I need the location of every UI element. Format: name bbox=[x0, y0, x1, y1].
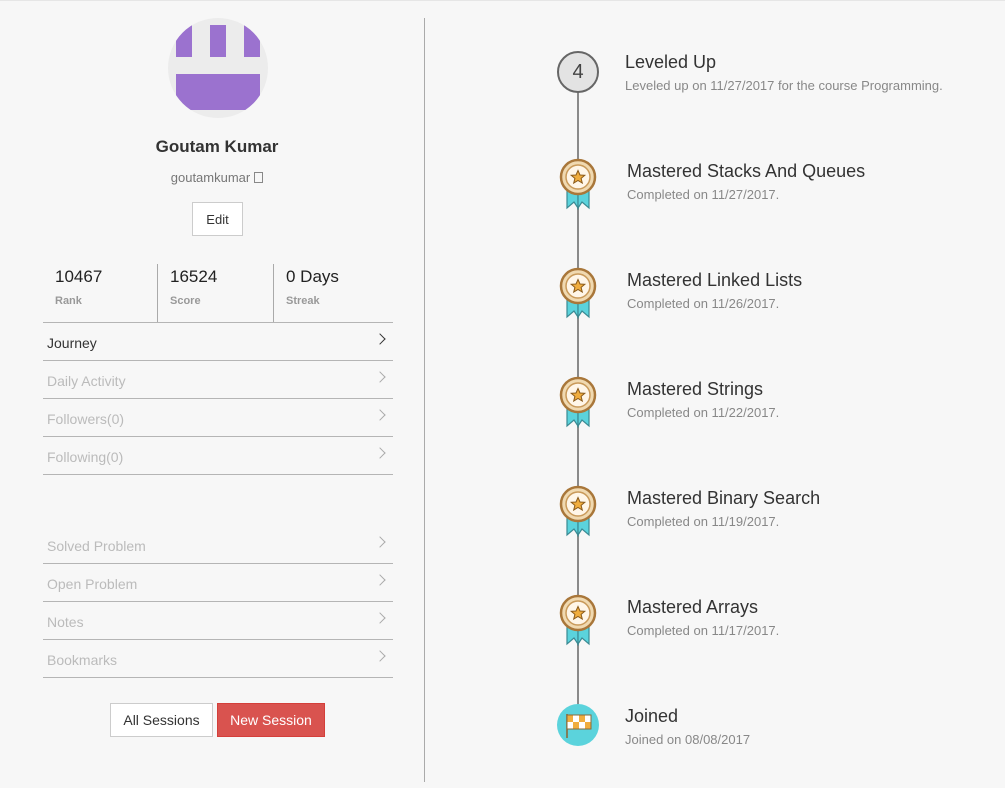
stat-streak-label: Streak bbox=[286, 295, 320, 307]
avatar bbox=[168, 18, 268, 118]
achievement-title: Mastered Strings bbox=[627, 379, 764, 399]
achievement-subtitle: Completed on 11/27/2017. bbox=[627, 187, 780, 202]
achievement-subtitle: Completed on 11/26/2017. bbox=[627, 296, 780, 311]
menu-item-label: Journey bbox=[47, 335, 97, 351]
menu-item-following[interactable]: Following(0) bbox=[43, 437, 393, 475]
chevron-right-icon bbox=[374, 409, 386, 421]
chevron-right-icon bbox=[374, 536, 386, 548]
stats-row: 10467 Rank 16524 Score 0 Days Streak bbox=[43, 264, 393, 322]
medal-icon bbox=[559, 267, 597, 319]
achievement-title: Mastered Stacks And Queues bbox=[627, 161, 866, 181]
medal-icon bbox=[559, 485, 597, 537]
stat-rank-value: 10467 bbox=[55, 267, 103, 286]
panel-divider bbox=[424, 18, 425, 782]
chevron-right-icon bbox=[374, 574, 386, 586]
achievement-subtitle: Completed on 11/22/2017. bbox=[627, 405, 780, 420]
joined-subtitle: Joined on 08/08/2017 bbox=[625, 732, 751, 747]
checkered-flag-icon bbox=[557, 704, 599, 746]
menu-item-label: Bookmarks bbox=[47, 652, 118, 668]
menu-item-label: Daily Activity bbox=[47, 373, 126, 389]
menu-item-label: Notes bbox=[47, 614, 84, 630]
stat-streak: 0 Days Streak bbox=[273, 264, 394, 322]
stat-score: 16524 Score bbox=[157, 264, 273, 322]
menu-item-daily-activity[interactable]: Daily Activity bbox=[43, 361, 393, 399]
chevron-right-icon bbox=[374, 333, 386, 345]
profile-name: Goutam Kumar bbox=[155, 137, 279, 156]
menu-item-label: Following(0) bbox=[47, 449, 124, 465]
primary-menu: Journey Daily Activity Followers(0) Foll… bbox=[43, 322, 393, 475]
profile-username: goutamkumar bbox=[0, 170, 434, 185]
menu-item-followers[interactable]: Followers(0) bbox=[43, 399, 393, 437]
menu-item-label: Open Problem bbox=[47, 576, 138, 592]
achievement-title: Mastered Arrays bbox=[627, 597, 759, 617]
medal-icon bbox=[559, 594, 597, 646]
joined-title: Joined bbox=[625, 706, 679, 726]
medal-icon bbox=[559, 376, 597, 428]
new-session-button[interactable]: New Session bbox=[217, 703, 325, 737]
profile-sidebar: Goutam Kumar goutamkumar Edit 10467 Rank… bbox=[0, 0, 424, 788]
edit-button[interactable]: Edit bbox=[192, 202, 243, 236]
secondary-menu: Solved Problem Open Problem Notes Bookma… bbox=[43, 526, 393, 678]
all-sessions-button[interactable]: All Sessions bbox=[110, 703, 213, 737]
menu-item-label: Followers(0) bbox=[47, 411, 125, 427]
stat-rank: 10467 Rank bbox=[43, 264, 157, 322]
stat-score-value: 16524 bbox=[170, 267, 218, 286]
username-text: goutamkumar bbox=[170, 170, 251, 185]
menu-item-label: Solved Problem bbox=[47, 538, 146, 554]
stat-streak-value: 0 Days bbox=[286, 267, 339, 286]
chevron-right-icon bbox=[374, 447, 386, 459]
menu-item-journey[interactable]: Journey bbox=[43, 323, 393, 361]
stat-rank-label: Rank bbox=[55, 295, 82, 307]
menu-item-notes[interactable]: Notes bbox=[43, 602, 393, 640]
chevron-right-icon bbox=[374, 612, 386, 624]
level-badge: 4 bbox=[557, 51, 599, 93]
achievement-title: Mastered Binary Search bbox=[627, 488, 821, 508]
level-title: Leveled Up bbox=[625, 52, 717, 72]
copy-icon[interactable] bbox=[254, 172, 264, 183]
medal-icon bbox=[559, 158, 597, 210]
chevron-right-icon bbox=[374, 650, 386, 662]
achievement-subtitle: Completed on 11/17/2017. bbox=[627, 623, 780, 638]
menu-item-bookmarks[interactable]: Bookmarks bbox=[43, 640, 393, 678]
achievement-title: Mastered Linked Lists bbox=[627, 270, 803, 290]
chevron-right-icon bbox=[374, 371, 386, 383]
stat-score-label: Score bbox=[170, 295, 201, 307]
achievement-subtitle: Completed on 11/19/2017. bbox=[627, 514, 780, 529]
level-subtitle: Leveled up on 11/27/2017 for the course … bbox=[625, 78, 943, 93]
menu-item-open-problem[interactable]: Open Problem bbox=[43, 564, 393, 602]
menu-item-solved-problem[interactable]: Solved Problem bbox=[43, 526, 393, 564]
